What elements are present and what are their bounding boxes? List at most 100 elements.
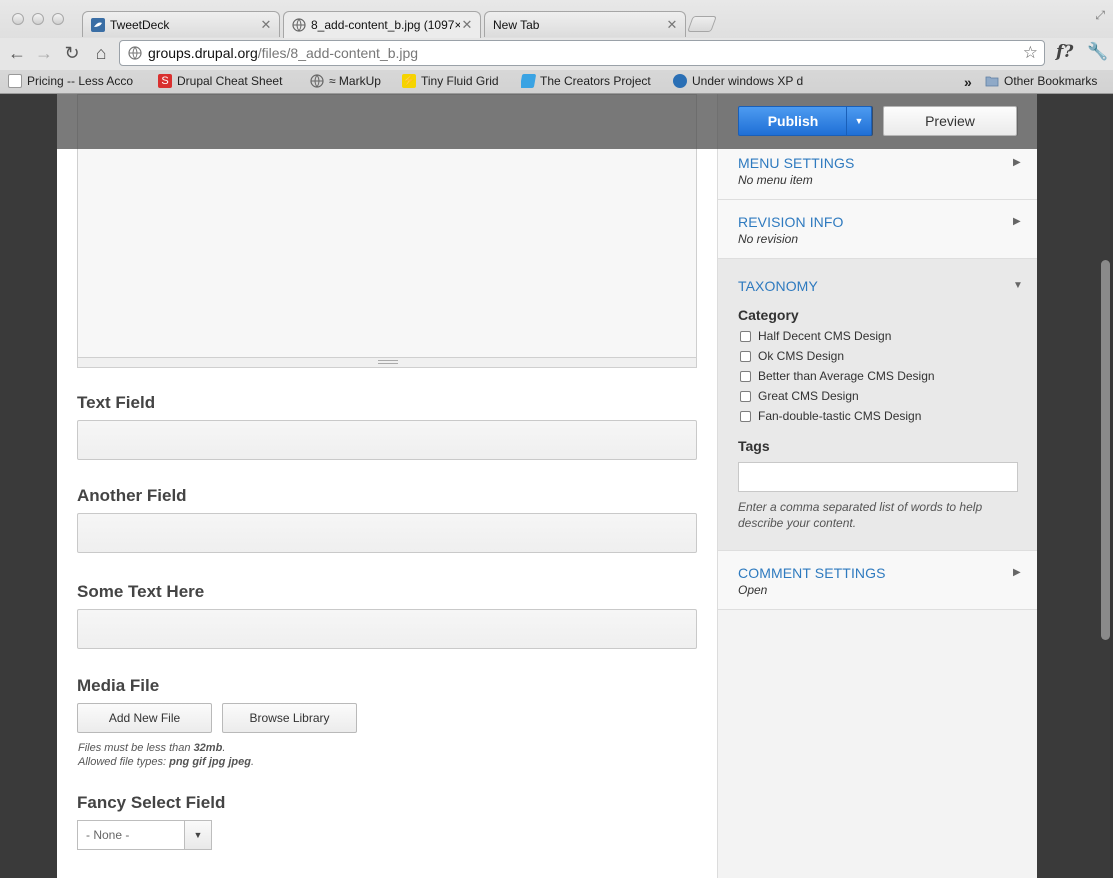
hint-text: Allowed file types:	[78, 756, 170, 768]
category-label: Category	[738, 307, 799, 323]
tags-input[interactable]	[738, 462, 1018, 492]
text-field-label: Text Field	[77, 393, 156, 412]
bookmark-label: Pricing -- Less Acco	[27, 74, 134, 88]
browser-toolbar: ← → ↻ ⌂ groups.drupal.org/files/8_add-co…	[0, 38, 1113, 70]
category-option[interactable]: Better than Average CMS Design	[740, 369, 935, 383]
bookmark-other-bookmarks[interactable]: Other Bookmarks	[985, 74, 1105, 88]
drupal-drop-icon	[673, 74, 687, 88]
globe-icon	[292, 18, 306, 32]
textarea-resize-handle[interactable]	[77, 358, 697, 368]
more-bookmarks-chevron-icon[interactable]: »	[964, 74, 978, 90]
fancy-select-label: Fancy Select Field	[77, 793, 226, 812]
section-title[interactable]: TAXONOMY	[738, 278, 818, 294]
checkbox[interactable]	[740, 390, 751, 402]
minimize-window-button[interactable]	[32, 13, 44, 25]
some-text-label: Some Text Here	[77, 582, 205, 601]
close-tab-icon[interactable]: ✕	[665, 17, 679, 33]
zoom-window-button[interactable]	[52, 13, 64, 25]
hint-size: 32mb	[193, 742, 223, 754]
page-globe-icon	[128, 46, 142, 60]
bookmark-pricing[interactable]: Pricing -- Less Acco	[8, 74, 142, 88]
checkbox[interactable]	[740, 350, 751, 362]
publish-button[interactable]: Publish ▼	[738, 106, 872, 136]
globe-icon	[310, 74, 324, 88]
fullscreen-icon[interactable]: ⤢	[1095, 8, 1105, 23]
text-field-input[interactable]	[77, 420, 697, 460]
bookmark-drupal-cheat-sheet[interactable]: S Drupal Cheat Sheet	[158, 74, 294, 88]
tab-new-tab[interactable]: New Tab ✕	[484, 11, 686, 37]
fancy-select-dropdown[interactable]: - None - ▼	[77, 820, 212, 850]
file-types-hint: Allowed file types: png gif jpg jpeg.	[78, 755, 254, 769]
triangle-right-icon[interactable]: ▶	[1013, 567, 1021, 578]
bookmark-markup[interactable]: ≈ MarkUp	[310, 74, 390, 88]
url-host: groups.drupal.org	[148, 45, 258, 61]
tab-strip: TweetDeck ✕ 8_add-content_b.jpg (1097× ✕…	[0, 0, 1113, 38]
back-arrow-icon[interactable]: ←	[6, 41, 28, 65]
tags-help-text: Enter a comma separated list of words to…	[738, 500, 983, 530]
section-title: REVISION INFO	[738, 214, 844, 230]
close-window-button[interactable]	[12, 13, 24, 25]
file-size-hint: Files must be less than 32mb.	[78, 741, 225, 755]
tab-title: 8_add-content_b.jpg (1097×	[311, 18, 460, 32]
checkbox[interactable]	[740, 330, 751, 342]
menu-settings-section[interactable]: MENU SETTINGS No menu item ▶	[718, 149, 1037, 200]
option-label: Half Decent CMS Design	[758, 329, 892, 343]
triangle-right-icon[interactable]: ▶	[1013, 157, 1021, 168]
bookmark-label: Tiny Fluid Grid	[421, 74, 499, 88]
s-logo-icon: S	[158, 74, 172, 88]
section-summary: No revision	[738, 232, 799, 246]
category-option[interactable]: Half Decent CMS Design	[740, 329, 891, 343]
settings-sidebar: Publish ▼ Preview MENU SETTINGS No menu …	[717, 94, 1037, 878]
bookmark-label: Under windows XP d	[692, 74, 804, 88]
lightning-icon: ⚡	[402, 74, 416, 88]
section-summary: Open	[738, 583, 768, 597]
extension-f-icon[interactable]: f?	[1056, 42, 1073, 62]
revision-info-section[interactable]: REVISION INFO No revision ▶	[718, 200, 1037, 259]
scrollbar-thumb[interactable]	[1101, 260, 1110, 640]
checkbox[interactable]	[740, 410, 751, 422]
preview-button[interactable]: Preview	[883, 106, 1017, 136]
grip-icon	[378, 360, 398, 364]
checkbox[interactable]	[740, 370, 751, 382]
new-tab-button[interactable]	[687, 16, 717, 32]
chevron-down-icon[interactable]: ▼	[846, 107, 871, 135]
page-scrollbar[interactable]	[1098, 94, 1113, 878]
another-field-input[interactable]	[77, 513, 697, 553]
tab-image[interactable]: 8_add-content_b.jpg (1097× ✕	[283, 11, 481, 38]
tab-title: New Tab	[493, 17, 540, 32]
bookmark-tiny-fluid-grid[interactable]: ⚡ Tiny Fluid Grid	[402, 74, 508, 88]
comment-settings-section[interactable]: COMMENT SETTINGS Open ▶	[718, 551, 1037, 610]
category-option[interactable]: Fan-double-tastic CMS Design	[740, 409, 921, 423]
home-icon[interactable]: ⌂	[90, 41, 112, 65]
option-label: Better than Average CMS Design	[758, 369, 935, 383]
hint-types: png gif jpg jpeg	[169, 756, 251, 768]
bookmark-under-windows-xp[interactable]: Under windows XP d	[673, 74, 809, 88]
close-tab-icon[interactable]: ✕	[460, 17, 474, 33]
chevron-down-icon[interactable]: ▼	[184, 821, 211, 849]
option-label: Fan-double-tastic CMS Design	[758, 409, 922, 423]
wrench-icon[interactable]: 🔧	[1087, 42, 1108, 62]
triangle-right-icon[interactable]: ▶	[1013, 216, 1021, 227]
folder-icon	[985, 76, 999, 87]
browser-chrome: TweetDeck ✕ 8_add-content_b.jpg (1097× ✕…	[0, 0, 1113, 94]
category-option[interactable]: Great CMS Design	[740, 389, 859, 403]
category-option[interactable]: Ok CMS Design	[740, 349, 844, 363]
reload-icon[interactable]: ↻	[61, 41, 83, 65]
tab-tweetdeck[interactable]: TweetDeck ✕	[82, 11, 280, 37]
close-tab-icon[interactable]: ✕	[259, 17, 273, 33]
address-bar[interactable]: groups.drupal.org/files/8_add-content_b.…	[119, 40, 1045, 66]
bookmark-star-icon[interactable]: ☆	[1023, 43, 1038, 63]
tags-label: Tags	[738, 438, 770, 454]
hint-text: .	[222, 742, 226, 754]
forward-arrow-icon[interactable]: →	[33, 41, 55, 65]
section-title: MENU SETTINGS	[738, 155, 855, 171]
triangle-down-icon[interactable]: ▼	[1013, 280, 1023, 291]
bookmark-label: Drupal Cheat Sheet	[177, 74, 283, 88]
bookmark-creators-project[interactable]: The Creators Project	[521, 74, 657, 88]
some-text-input[interactable]	[77, 609, 697, 649]
browse-library-button[interactable]: Browse Library	[222, 703, 357, 733]
add-new-file-button[interactable]: Add New File	[77, 703, 212, 733]
chevron-label: »	[964, 74, 972, 90]
page-icon	[8, 74, 22, 88]
tab-title: TweetDeck	[110, 17, 170, 32]
